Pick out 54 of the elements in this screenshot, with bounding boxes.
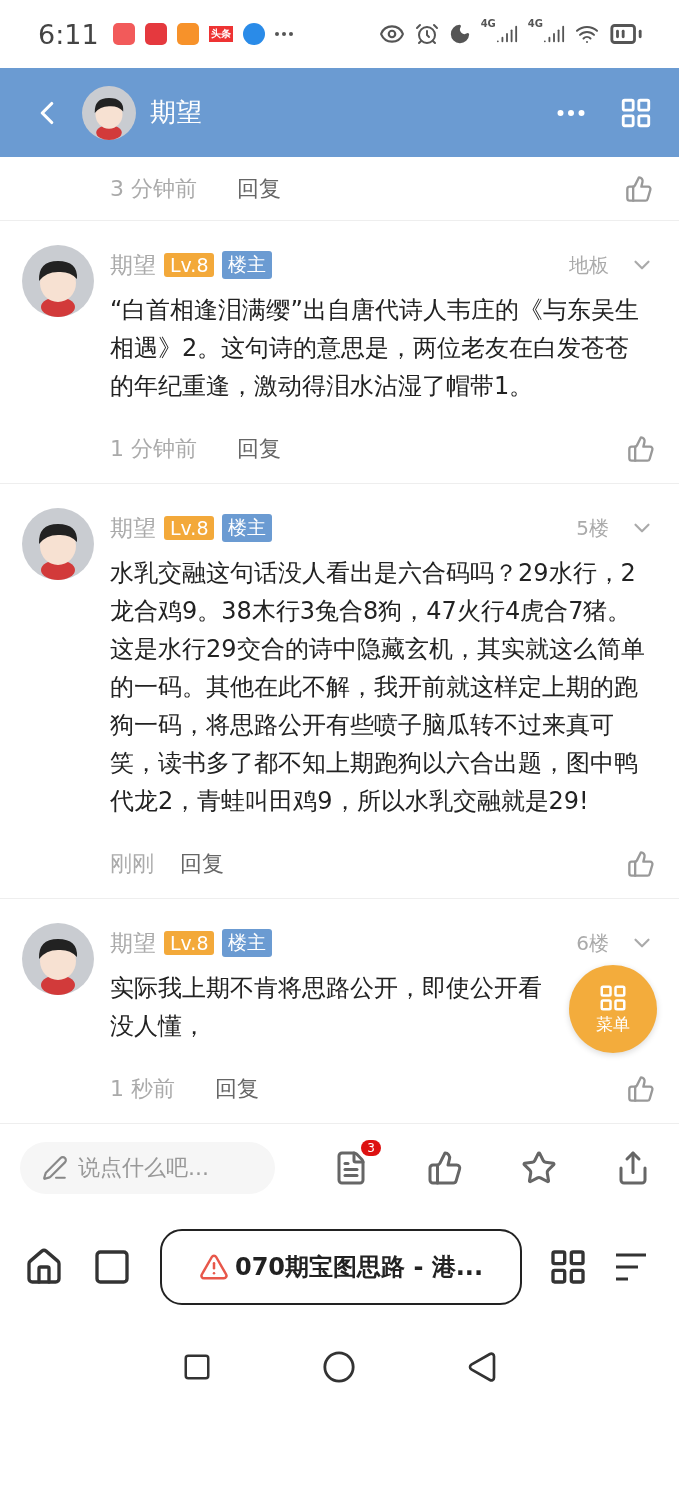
like-icon[interactable] (627, 435, 655, 463)
user-title: 期望 (150, 96, 202, 129)
level-badge: Lv.8 (164, 516, 215, 540)
count-badge: 3 (361, 1140, 381, 1156)
post-time: 3 分钟前 (110, 174, 197, 203)
level-badge: Lv.8 (164, 253, 215, 277)
home-icon[interactable] (24, 1247, 64, 1287)
level-badge: Lv.8 (164, 931, 215, 955)
network-label: 4G (480, 18, 496, 29)
pen-icon (42, 1155, 68, 1181)
current-tab-button[interactable]: 070期宝图思路 - 港... (160, 1229, 522, 1305)
comment-text: “白首相逢泪满缨”出自唐代诗人韦庄的《与东吴生相遇》2。这句诗的意思是，两位老友在白发苍苍的年纪重逢，激动得泪水沾湿了帽带1。 (110, 295, 640, 402)
warning-icon (198, 1252, 229, 1282)
author-name: 期望 (110, 250, 156, 280)
home-button-icon[interactable] (321, 1350, 356, 1384)
reply-link[interactable]: 回复 (237, 434, 281, 464)
signal-icon (543, 23, 565, 45)
comment-text: 水乳交融这句话没人看出是六合码吗？29水行，2龙合鸡9。38木行3兔合8狗，47火行4虎合7猪。这是水行29交合的诗中隐藏玄机，其实就这么简单的一码。其他在此不解，我开前就这样定上期的跑狗一码，将思路公开有些喷子脑瓜转不过来真可笑，读书多了都不知上期跑狗以六合出题，图中鸭代龙2，青蛙叫田鸡9，所以水乳交融就是29! (110, 558, 646, 817)
globe-app-icon (242, 23, 265, 45)
floor-label: 地板 (569, 251, 609, 279)
more-icon (274, 32, 293, 36)
owner-badge: 楼主 (222, 251, 273, 279)
like-icon[interactable] (627, 1075, 655, 1103)
avatar (22, 923, 94, 995)
clock-time: 6:11 (38, 18, 99, 50)
moon-icon (448, 23, 471, 45)
post-time: 刚刚 (110, 850, 154, 878)
avatar (22, 245, 94, 317)
grid-icon[interactable] (548, 1247, 588, 1287)
like-icon[interactable] (427, 1150, 463, 1186)
alarm-icon (414, 22, 439, 46)
floor-label: 6楼 (576, 929, 609, 957)
signal-icon (495, 23, 518, 45)
network-label: 4G (527, 18, 543, 29)
owner-badge: 楼主 (222, 514, 273, 542)
tabs-icon[interactable] (92, 1247, 132, 1287)
owner-badge: 楼主 (222, 929, 273, 957)
news-app-badge: 头条 (208, 26, 233, 42)
book-app-icon (144, 23, 167, 45)
reply-link[interactable]: 回复 (180, 849, 224, 879)
floor-label: 5楼 (576, 514, 609, 542)
menu-icon[interactable] (614, 1252, 648, 1282)
post-time: 1 秒前 (110, 1075, 175, 1103)
author-name: 期望 (110, 513, 156, 543)
avatar (82, 85, 136, 140)
like-icon[interactable] (627, 850, 655, 878)
reply-link[interactable]: 回复 (215, 1074, 259, 1104)
like-icon[interactable] (625, 174, 653, 203)
reply-link[interactable]: 回复 (237, 173, 281, 204)
comment-text: 实际我上期不肯将思路公开，即使公开看没人懂， (110, 973, 543, 1042)
author-name: 期望 (110, 928, 156, 958)
star-icon[interactable] (521, 1150, 557, 1186)
post-time: 1 分钟前 (110, 435, 197, 463)
avatar (22, 508, 94, 580)
